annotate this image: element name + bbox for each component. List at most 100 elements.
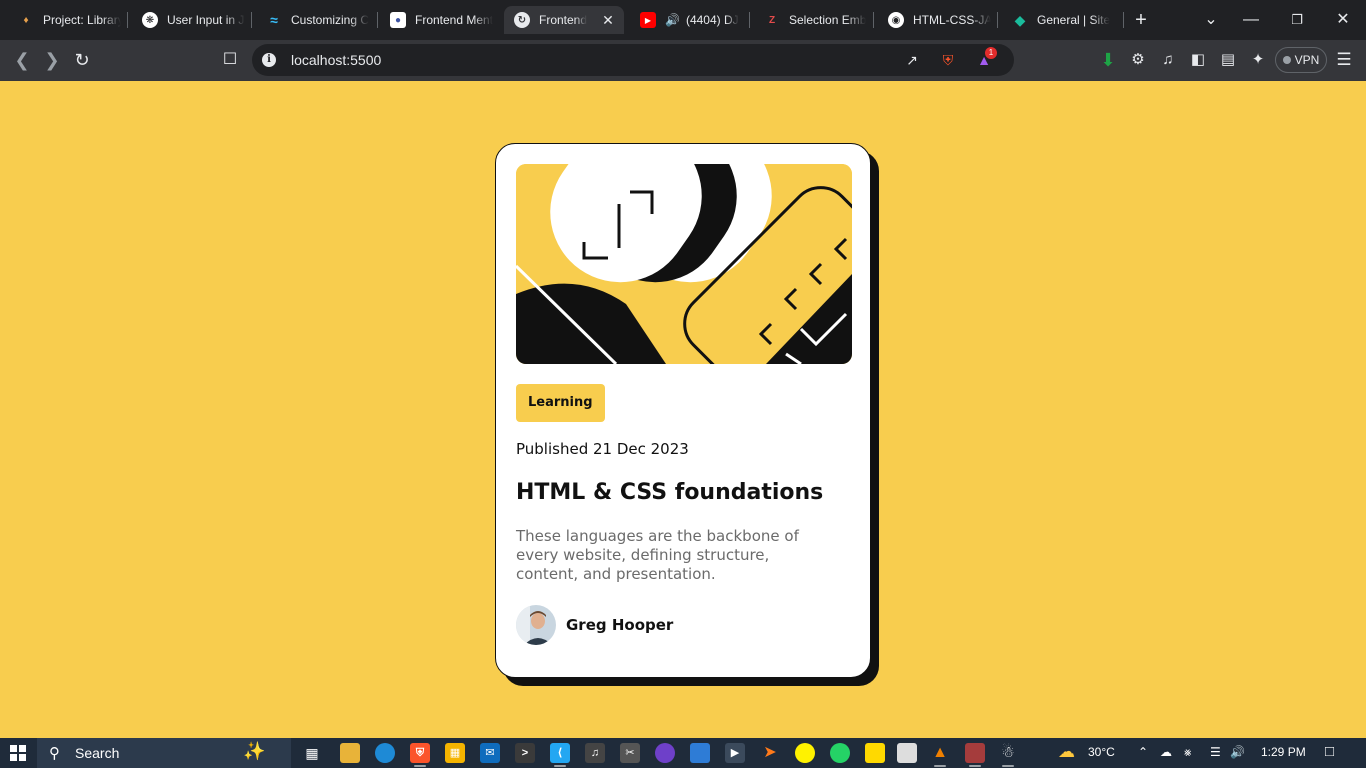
clock[interactable]: 1:29 PM xyxy=(1261,745,1306,759)
tab-separator xyxy=(997,12,998,28)
tab-project-library[interactable]: ♦ Project: Library xyxy=(8,6,126,34)
address-bar[interactable]: i localhost:5500 ↗ ⛨ ▲ 1 xyxy=(252,44,1014,76)
abstract-illustration xyxy=(516,164,852,364)
tab-customizing-colors[interactable]: ≈ Customizing Colors xyxy=(256,6,374,34)
notepad-icon[interactable] xyxy=(897,743,917,763)
share-icon[interactable]: ↗ xyxy=(902,50,922,70)
media-icon[interactable]: ♫ xyxy=(1158,50,1178,70)
snapchat-icon[interactable] xyxy=(795,743,815,763)
taskbar: ⚲ Search ✨ ▦ ⛨ ▦ ✉ > ⟨ ♫ ✂ ▶ ➤ ▲ ☃ ☁ 30°… xyxy=(0,738,1366,768)
author-name: Greg Hooper xyxy=(566,616,674,634)
leo-ai-icon[interactable]: ✦ xyxy=(1248,50,1268,70)
search-icon: ⚲ xyxy=(49,745,60,762)
sidebar-icon[interactable]: ◧ xyxy=(1188,50,1208,70)
tab-youtube-dj[interactable]: ▶ 🔊 (4404) DJ xyxy=(630,6,748,34)
edge-icon[interactable] xyxy=(375,743,395,763)
brave-icon[interactable]: ⛨ xyxy=(410,743,430,767)
avatar xyxy=(516,605,556,645)
snip-icon[interactable]: ✂ xyxy=(620,743,640,763)
tab-frontend-active[interactable]: ↻ Frontend ✕ xyxy=(504,6,624,34)
published-date: Published 21 Dec 2023 xyxy=(516,440,689,458)
forward-button[interactable]: ❯ xyxy=(40,48,64,72)
search-highlight-icon: ✨ xyxy=(243,741,266,761)
notifications-icon[interactable]: □ xyxy=(1325,743,1334,760)
tab-separator xyxy=(377,12,378,28)
tab-separator xyxy=(127,12,128,28)
restore-button[interactable]: ❐ xyxy=(1285,8,1309,32)
whatsapp-icon[interactable] xyxy=(830,743,850,763)
speaker-icon[interactable]: 🔊 xyxy=(665,13,680,27)
linux-icon[interactable]: ☃ xyxy=(998,743,1018,767)
postman-icon[interactable]: ➤ xyxy=(760,743,780,763)
powershell-icon[interactable]: ▶ xyxy=(725,743,745,763)
blog-preview-card: Learning Published 21 Dec 2023 HTML & CS… xyxy=(495,143,871,678)
browser-toolbar: ❮ ❯ ↻ ☐ i localhost:5500 ↗ ⛨ ▲ 1 ⬇ ⚙ ♫ ◧… xyxy=(0,40,1366,81)
mail-icon[interactable]: ✉ xyxy=(480,743,500,763)
tab-separator xyxy=(251,12,252,28)
menu-icon[interactable]: ☰ xyxy=(1334,50,1354,70)
page-icon: ↻ xyxy=(514,12,530,28)
vscode-icon[interactable]: ⟨ xyxy=(550,743,570,767)
close-window-button[interactable]: ✕ xyxy=(1331,8,1355,32)
bookmark-icon[interactable]: ☐ xyxy=(218,48,242,72)
search-label: Search xyxy=(75,745,120,761)
github-icon: ◉ xyxy=(888,12,904,28)
sticky-notes-icon[interactable] xyxy=(865,743,885,763)
chatgpt-icon: ❋ xyxy=(142,12,158,28)
card-illustration xyxy=(516,164,852,364)
tab-separator xyxy=(1123,12,1124,28)
frontend-mentor-icon: ● xyxy=(390,12,406,28)
vpn-button[interactable]: VPN xyxy=(1275,47,1327,73)
weather-icon[interactable]: ☁ xyxy=(1058,742,1075,762)
new-tab-button[interactable]: + xyxy=(1129,8,1153,32)
tab-separator xyxy=(749,12,750,28)
vpn-status-icon xyxy=(1282,56,1291,64)
tab-general-site[interactable]: ◆ General | Site xyxy=(1002,6,1122,34)
tab-separator xyxy=(873,12,874,28)
start-button[interactable] xyxy=(10,745,26,761)
taskbar-search[interactable]: ⚲ Search ✨ xyxy=(37,738,291,768)
author-photo xyxy=(516,605,556,645)
odin-icon: ♦ xyxy=(23,14,29,26)
card-description: These languages are the backbone of ever… xyxy=(516,527,799,583)
task-view-icon[interactable]: ▦ xyxy=(302,743,322,763)
url-text[interactable]: localhost:5500 xyxy=(291,52,381,68)
zoho-icon: Z xyxy=(768,14,776,26)
author: Greg Hooper xyxy=(516,605,673,645)
clapper-icon[interactable]: ♫ xyxy=(585,743,605,763)
card-title[interactable]: HTML & CSS foundations xyxy=(516,480,823,505)
back-button[interactable]: ❮ xyxy=(10,48,34,72)
extensions-icon[interactable]: ⚙ xyxy=(1128,50,1148,70)
reload-button[interactable]: ↻ xyxy=(70,48,94,72)
tray-chevron-icon[interactable]: ⌃ xyxy=(1138,745,1148,759)
winrar-icon[interactable] xyxy=(965,743,985,767)
diamond-icon: ◆ xyxy=(1014,11,1026,28)
store-icon[interactable]: ▦ xyxy=(445,743,465,763)
brave-shields-icon[interactable]: ⛨ xyxy=(938,50,958,70)
tab-user-input[interactable]: ❋ User Input in JS xyxy=(132,6,250,34)
tab-selection-emb[interactable]: Z Selection Emb xyxy=(754,6,872,34)
terminal-icon[interactable]: > xyxy=(515,743,535,763)
app-icon[interactable] xyxy=(690,743,710,763)
onedrive-icon[interactable]: ☁ xyxy=(1160,745,1172,759)
tab-search-chevron-icon[interactable]: ⌄ xyxy=(1199,8,1223,32)
file-explorer-icon[interactable] xyxy=(340,743,360,763)
github-desktop-icon[interactable] xyxy=(655,743,675,763)
volume-icon[interactable]: 🔊 xyxy=(1230,745,1245,759)
wallet-icon[interactable]: ▤ xyxy=(1218,50,1238,70)
tab-frontend-mentor[interactable]: ● Frontend Mentor xyxy=(380,6,498,34)
minimize-button[interactable]: — xyxy=(1239,8,1263,32)
tab-github-html-css[interactable]: ◉ HTML-CSS-JA xyxy=(878,6,996,34)
category-badge: Learning xyxy=(516,384,605,422)
wifi-icon[interactable]: ☰ xyxy=(1210,745,1221,759)
rewards-badge: 1 xyxy=(985,47,997,59)
close-tab-icon[interactable]: ✕ xyxy=(600,12,616,28)
download-icon[interactable]: ⬇ xyxy=(1098,50,1118,70)
weather-temp[interactable]: 30°C xyxy=(1088,745,1115,759)
browser-tab-strip: ♦ Project: Library ❋ User Input in JS ≈ … xyxy=(0,0,1366,40)
site-info-icon[interactable]: i xyxy=(262,53,276,67)
vlc-icon[interactable]: ▲ xyxy=(930,743,950,767)
youtube-icon: ▶ xyxy=(640,12,656,28)
language-icon[interactable]: ⨳ xyxy=(1184,745,1191,760)
tailwind-icon: ≈ xyxy=(270,12,278,28)
